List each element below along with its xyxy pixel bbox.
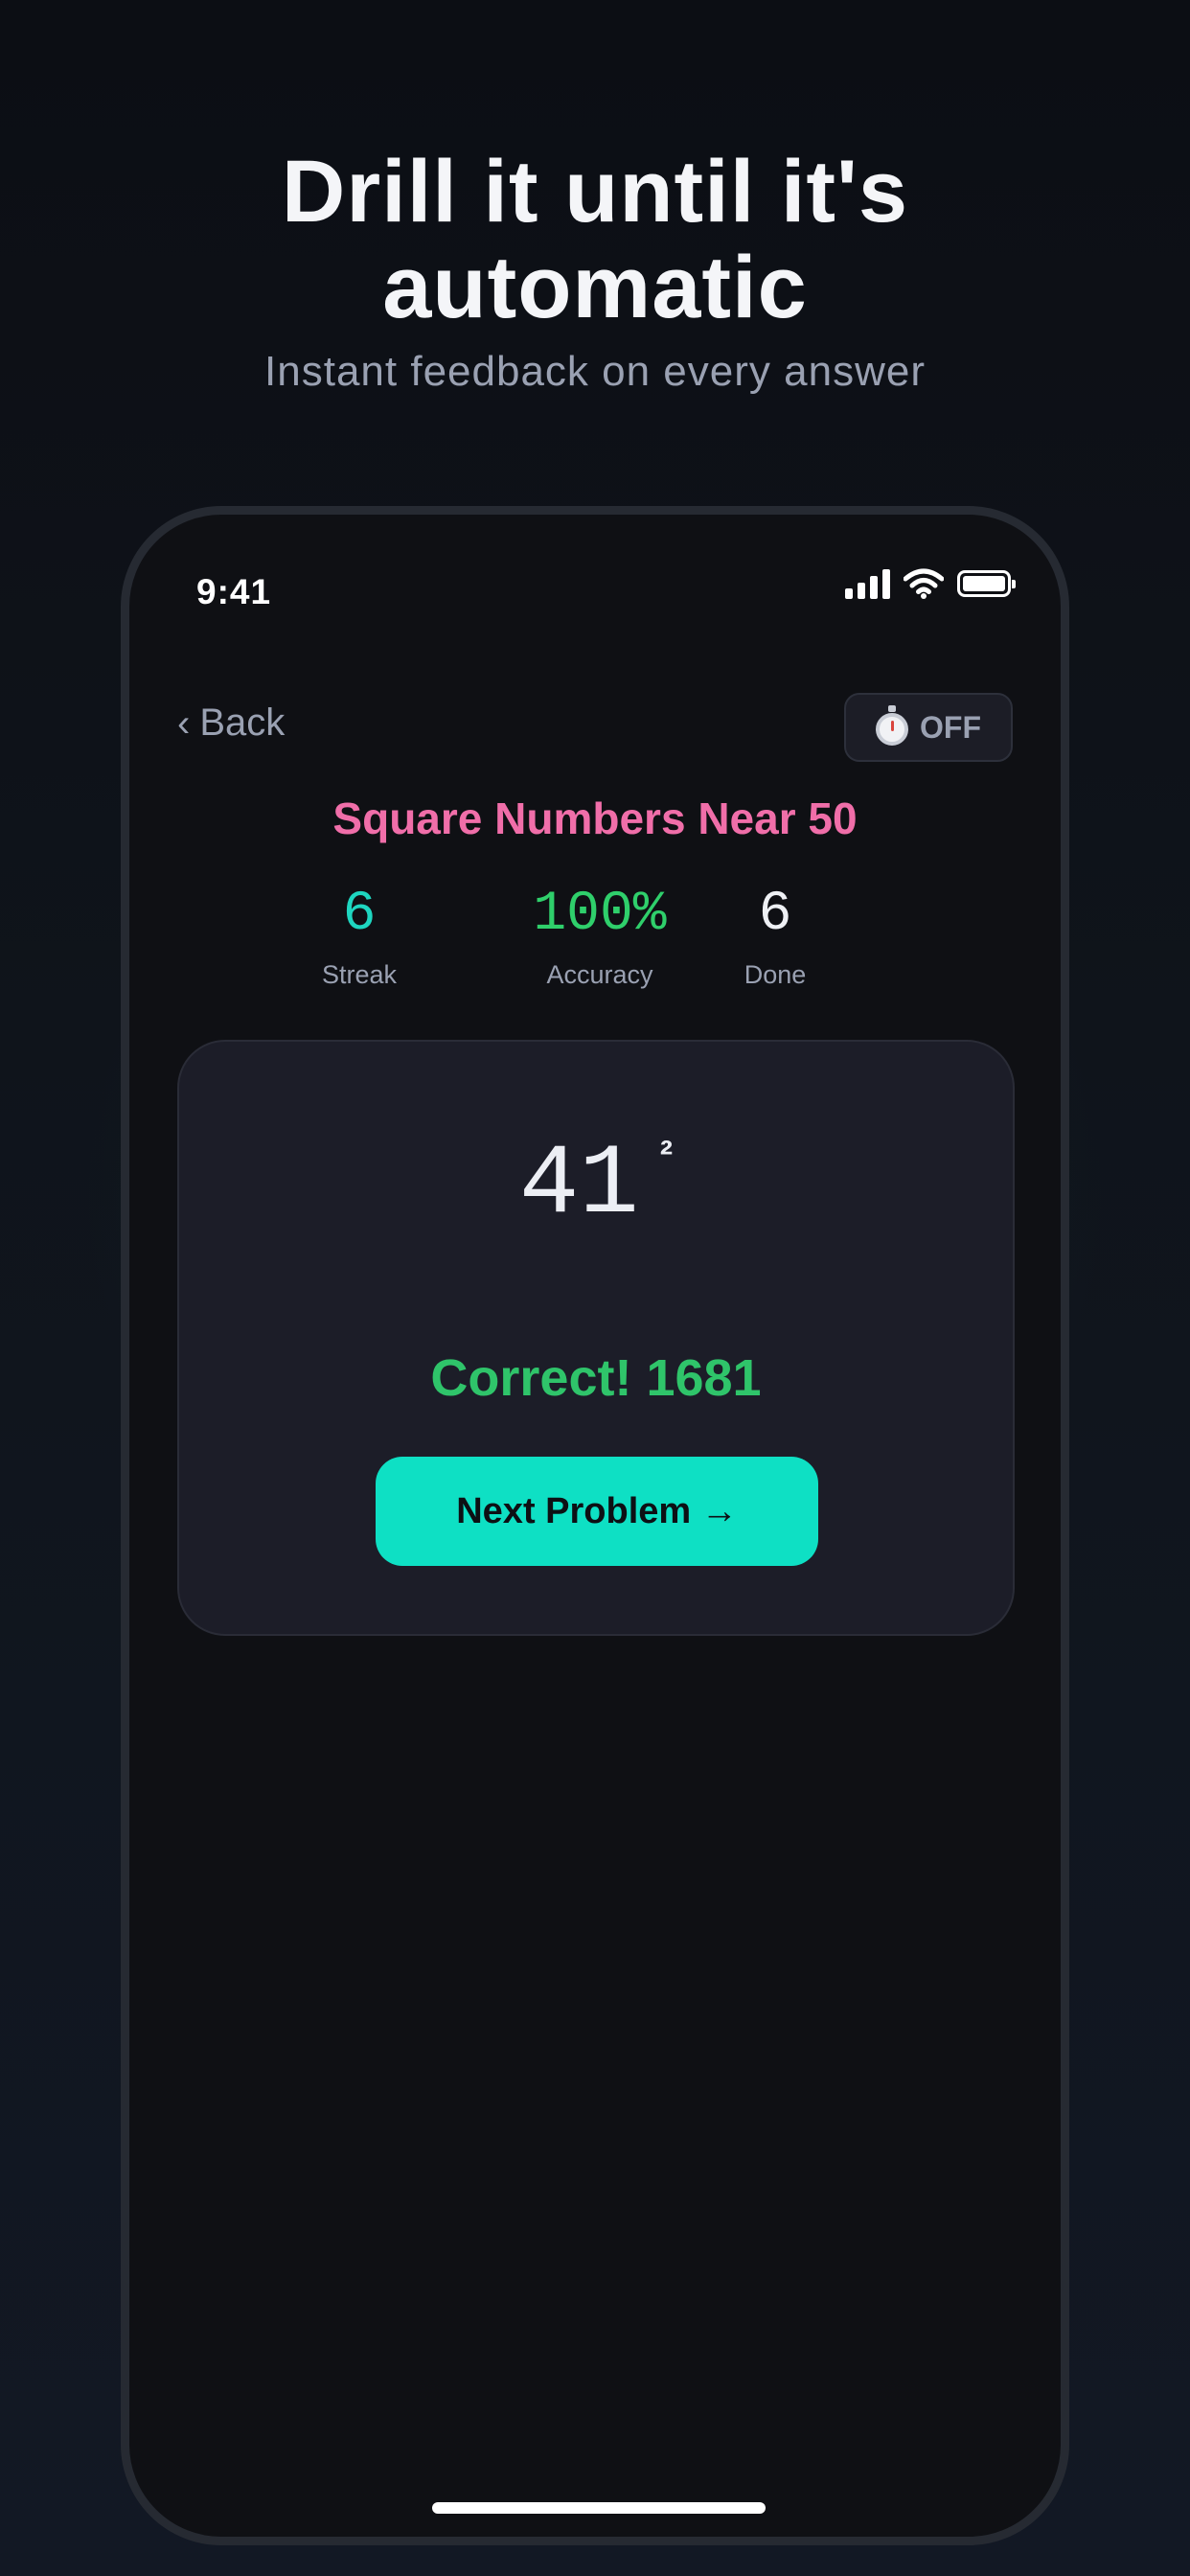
marketing-subhead: Instant feedback on every answer	[264, 348, 926, 395]
headline-line-1: Drill it until it's	[281, 143, 909, 241]
done-label: Done	[744, 960, 807, 989]
status-time: 9:41	[196, 572, 272, 611]
marketing-headline: Drill it until it's automatic	[0, 144, 1190, 335]
drill-title: Square Numbers Near 50	[332, 794, 858, 843]
answer-feedback: Correct! 1681	[430, 1349, 762, 1407]
battery-icon	[957, 570, 1016, 597]
stat-done: 6 Done	[713, 882, 837, 990]
next-problem-label: Next Problem →	[456, 1490, 738, 1531]
done-value: 6	[758, 884, 792, 946]
home-indicator	[432, 2502, 766, 2514]
accuracy-value: 100%	[533, 884, 667, 946]
problem-expression: 41 ²	[179, 1128, 1013, 1243]
next-problem-button[interactable]: Next Problem →	[376, 1457, 818, 1566]
problem-exponent: ²	[659, 1134, 674, 1176]
stopwatch-icon	[876, 705, 908, 746]
cellular-signal-icon	[845, 568, 890, 599]
status-icons	[845, 568, 1016, 599]
timer-toggle-label: OFF	[920, 709, 981, 745]
wifi-icon	[904, 568, 944, 599]
back-label: Back	[199, 702, 286, 744]
stat-streak: 6 Streak	[297, 882, 422, 990]
chevron-left-icon: ‹	[177, 702, 191, 745]
streak-label: Streak	[321, 960, 398, 989]
stat-accuracy: 100% Accuracy	[514, 882, 686, 990]
back-button[interactable]: ‹ Back	[177, 702, 285, 745]
timer-toggle-button[interactable]: OFF	[844, 693, 1013, 762]
streak-value: 6	[342, 884, 377, 946]
problem-card: 41 ² Correct! 1681 Next Problem →	[177, 1040, 1015, 1636]
phone-frame: 9:41 ‹ Back OFF Square Numbers Near 50 6…	[121, 506, 1069, 2545]
problem-base: 41	[518, 1129, 639, 1242]
headline-line-2: automatic	[382, 239, 808, 336]
accuracy-label: Accuracy	[546, 960, 653, 989]
